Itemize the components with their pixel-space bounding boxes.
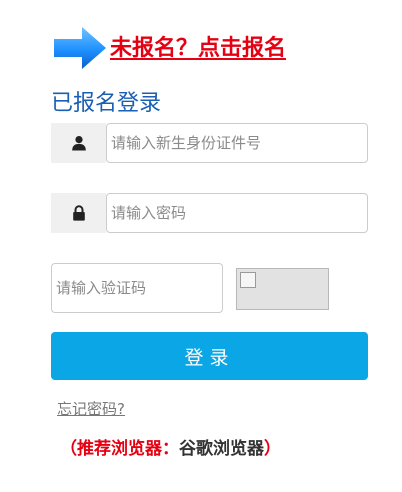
browser-tip-prefix: （推荐浏览器：: [60, 439, 179, 459]
lock-icon: [72, 205, 85, 221]
broken-image-icon: [240, 272, 256, 288]
forgot-password-link[interactable]: 忘记密码?: [57, 398, 125, 419]
arrow-right-icon: [54, 27, 106, 69]
browser-tip-suffix: ）: [264, 439, 281, 459]
user-icon: [71, 136, 86, 151]
password-input[interactable]: [106, 193, 368, 233]
page-title: 已报名登录: [51, 91, 162, 116]
browser-tip-name: 谷歌浏览器: [179, 439, 264, 459]
lock-addon: [51, 193, 106, 233]
id-number-input[interactable]: [106, 123, 368, 163]
register-link[interactable]: 未报名？点击报名: [110, 30, 286, 62]
user-addon: [51, 123, 106, 163]
captcha-input[interactable]: [51, 263, 223, 313]
browser-recommendation: （推荐浏览器：谷歌浏览器）: [60, 434, 281, 459]
login-button[interactable]: 登录: [51, 332, 368, 380]
